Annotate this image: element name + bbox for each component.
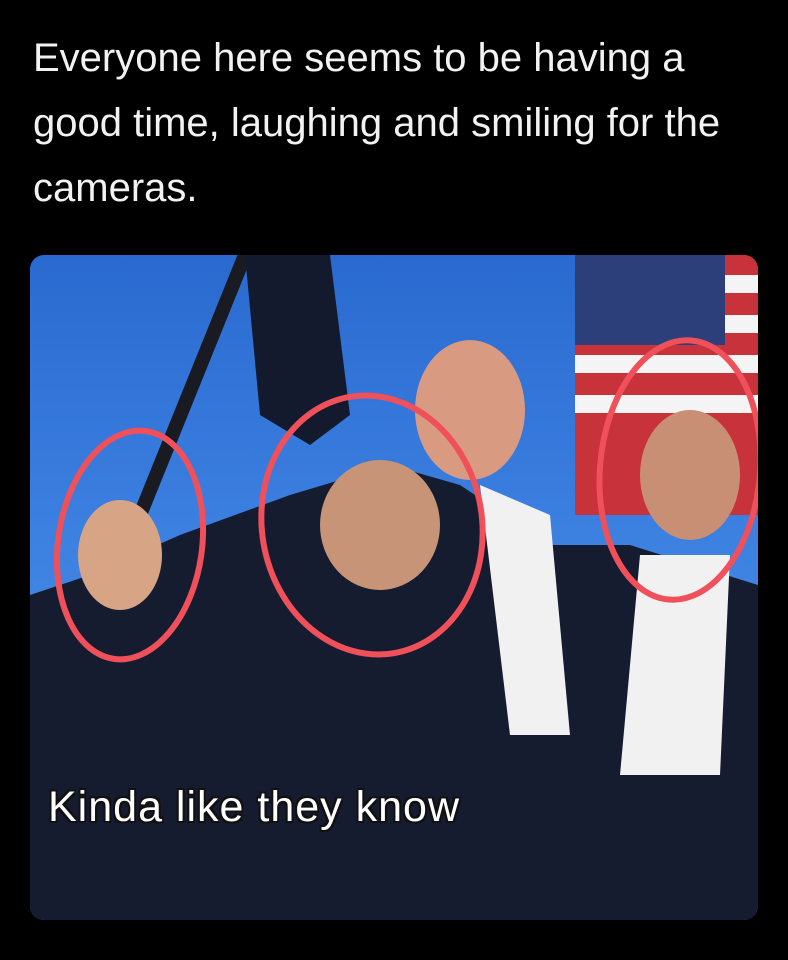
meme-photo: Kinda like they know: [30, 255, 758, 920]
head: [78, 500, 162, 610]
meme-caption: Kinda like they know: [48, 783, 460, 831]
head: [320, 460, 440, 590]
post-text: Everyone here seems to be having a good …: [33, 36, 721, 210]
head: [415, 340, 525, 480]
head: [640, 410, 740, 540]
raised-arm: [245, 255, 350, 445]
